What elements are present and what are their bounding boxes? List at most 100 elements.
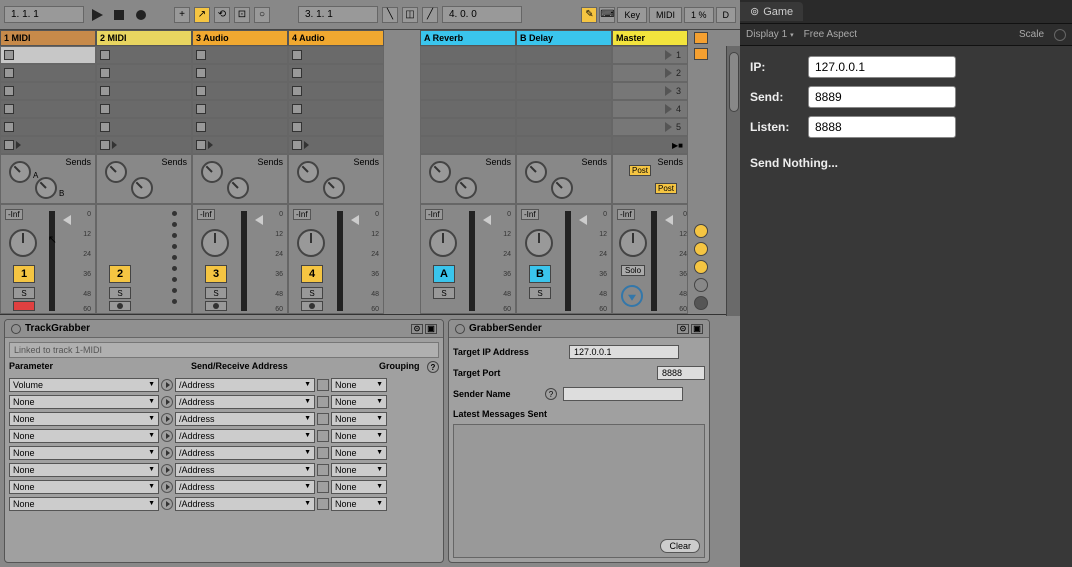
parameter-select[interactable]: None▼: [9, 395, 159, 409]
clip-slot[interactable]: [288, 82, 384, 100]
address-select[interactable]: /Address▼: [175, 463, 315, 477]
track-activator-3[interactable]: 3: [205, 265, 227, 283]
clip-slot[interactable]: [288, 100, 384, 118]
midi-map-button[interactable]: MIDI: [649, 7, 682, 23]
clip-slot[interactable]: [0, 100, 96, 118]
solo-cue-label[interactable]: Solo: [621, 265, 645, 276]
track-activator-2[interactable]: 2: [109, 265, 131, 283]
scene-launch[interactable]: 5: [612, 118, 688, 136]
send-b-knob[interactable]: [131, 177, 153, 199]
sends-section-toggle[interactable]: [694, 242, 708, 256]
play-button[interactable]: [88, 6, 106, 24]
test-send-button[interactable]: [161, 481, 173, 493]
arm-button[interactable]: [301, 301, 323, 311]
clip-slot[interactable]: [288, 118, 384, 136]
punch-out-icon[interactable]: ╱: [422, 7, 438, 23]
toggle-box[interactable]: [317, 447, 329, 459]
track-header-3-audio[interactable]: 3 Audio: [192, 30, 288, 46]
target-port-input[interactable]: 8888: [657, 366, 705, 380]
grouping-select[interactable]: None▼: [331, 480, 387, 494]
scene-launch[interactable]: 3: [612, 82, 688, 100]
hot-swap-icon[interactable]: ⊙: [677, 324, 689, 334]
toggle-box[interactable]: [317, 464, 329, 476]
clip-slot[interactable]: [96, 64, 192, 82]
pan-knob[interactable]: [619, 229, 647, 257]
track-activator-b[interactable]: B: [529, 265, 551, 283]
send-a-knob[interactable]: [201, 161, 223, 183]
solo-button[interactable]: S: [109, 287, 131, 299]
address-select[interactable]: /Address▼: [175, 429, 315, 443]
clip-slot[interactable]: [0, 118, 96, 136]
send-a-knob[interactable]: [297, 161, 319, 183]
save-preset-icon[interactable]: ▣: [425, 324, 437, 334]
capture-button[interactable]: ⊡: [234, 7, 250, 23]
clip-slot[interactable]: [192, 100, 288, 118]
clip-slot[interactable]: [288, 64, 384, 82]
test-send-button[interactable]: [161, 498, 173, 510]
volume-readout[interactable]: -Inf: [5, 209, 23, 220]
grouping-select[interactable]: None▼: [331, 429, 387, 443]
scene-launch[interactable]: 2: [612, 64, 688, 82]
target-ip-input[interactable]: 127.0.0.1: [569, 345, 679, 359]
key-map-button[interactable]: Key: [617, 7, 647, 23]
arm-button[interactable]: [13, 301, 35, 311]
crossfader-toggle[interactable]: [694, 296, 708, 310]
clip-slot[interactable]: [96, 118, 192, 136]
send-b-knob[interactable]: [455, 177, 477, 199]
pan-knob[interactable]: [201, 229, 229, 257]
send-a-knob[interactable]: [105, 161, 127, 183]
help-icon[interactable]: ?: [545, 388, 557, 400]
clip-slot[interactable]: [192, 82, 288, 100]
test-send-button[interactable]: [161, 447, 173, 459]
send-a-knob[interactable]: [429, 161, 451, 183]
address-select[interactable]: /Address▼: [175, 480, 315, 494]
grouping-select[interactable]: None▼: [331, 446, 387, 460]
io-section-toggle[interactable]: [694, 224, 708, 238]
loop-switch[interactable]: ◫: [402, 7, 418, 23]
overload-indicator[interactable]: D: [716, 7, 737, 23]
record-button[interactable]: [132, 6, 150, 24]
sender-name-input[interactable]: [563, 387, 683, 401]
test-send-button[interactable]: [161, 379, 173, 391]
help-icon[interactable]: ?: [427, 361, 439, 373]
grouping-select[interactable]: None▼: [331, 463, 387, 477]
send-b-knob[interactable]: [551, 177, 573, 199]
track-header-master[interactable]: Master: [612, 30, 688, 46]
parameter-select[interactable]: None▼: [9, 446, 159, 460]
send-a-knob[interactable]: [525, 161, 547, 183]
parameter-select[interactable]: None▼: [9, 412, 159, 426]
stop-all-clips[interactable]: ▶■: [612, 136, 688, 154]
computer-midi-button[interactable]: ⌨: [599, 7, 615, 23]
pan-knob[interactable]: [9, 229, 37, 257]
scene-launch[interactable]: 4: [612, 100, 688, 118]
arm-button[interactable]: [205, 301, 227, 311]
scene-launch[interactable]: 1: [612, 46, 688, 64]
address-select[interactable]: /Address▼: [175, 395, 315, 409]
mixer-section-toggle[interactable]: [694, 278, 708, 292]
arm-button[interactable]: [109, 301, 131, 311]
post-send-a[interactable]: Post: [629, 165, 651, 176]
track-header-4-audio[interactable]: 4 Audio: [288, 30, 384, 46]
address-select[interactable]: /Address▼: [175, 378, 315, 392]
loop-start[interactable]: 3. 1. 1: [298, 6, 378, 23]
track-header-a-reverb[interactable]: A Reverb: [420, 30, 516, 46]
punch-in-icon[interactable]: ╲: [382, 7, 398, 23]
save-preset-icon[interactable]: ▣: [691, 324, 703, 334]
parameter-select[interactable]: None▼: [9, 429, 159, 443]
track-activator-1[interactable]: 1: [13, 265, 35, 283]
display-dropdown[interactable]: Display 1▾: [746, 29, 794, 40]
pan-knob[interactable]: [429, 229, 457, 257]
send-a-knob[interactable]: [9, 161, 31, 183]
toggle-box[interactable]: [317, 498, 329, 510]
toggle-box[interactable]: [317, 430, 329, 442]
send-input[interactable]: [808, 86, 956, 108]
test-send-button[interactable]: [161, 413, 173, 425]
io-cell[interactable]: [288, 136, 384, 154]
clip-slot[interactable]: [0, 46, 96, 64]
arrangement-position[interactable]: 1. 1. 1: [4, 6, 84, 23]
stop-button[interactable]: [110, 6, 128, 24]
pan-knob[interactable]: [525, 229, 553, 257]
grouping-select[interactable]: None▼: [331, 412, 387, 426]
track-header-b-delay[interactable]: B Delay: [516, 30, 612, 46]
parameter-select[interactable]: None▼: [9, 463, 159, 477]
